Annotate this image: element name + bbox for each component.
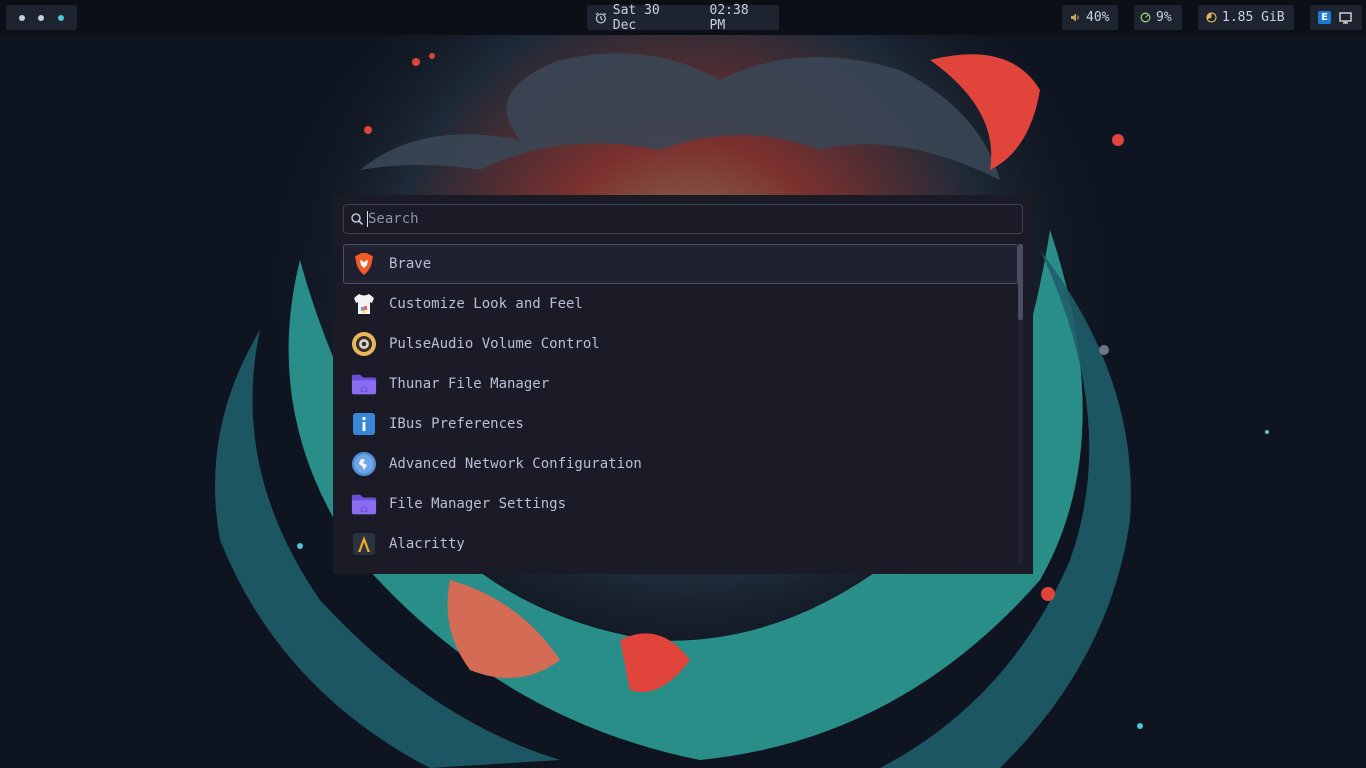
app-label: Alacritty (389, 536, 465, 552)
app-list: Brave Customize Look and Feel PulseAudio… (343, 244, 1018, 564)
volume-widget[interactable]: 40% (1062, 5, 1118, 30)
app-label: PulseAudio Volume Control (389, 336, 600, 352)
app-label: Thunar File Manager (389, 376, 550, 392)
app-item-pulseaudio[interactable]: PulseAudio Volume Control (343, 324, 1018, 364)
speaker-cone-icon (351, 331, 377, 357)
folder-icon (351, 371, 377, 397)
info-icon (351, 411, 377, 437)
app-label: IBus Preferences (389, 416, 524, 432)
search-icon (351, 213, 364, 226)
speaker-icon (1071, 13, 1079, 22)
app-item-ibus-preferences[interactable]: IBus Preferences (343, 404, 1018, 444)
app-label: Brave (389, 256, 432, 272)
app-item-alacritty[interactable]: Alacritty (343, 524, 1018, 564)
search-bar[interactable] (343, 204, 1023, 234)
alarm-clock-icon (595, 12, 607, 23)
app-label: Customize Look and Feel (389, 296, 583, 312)
app-label: Advanced Network Configuration (389, 456, 642, 472)
monitor-icon[interactable] (1339, 11, 1352, 24)
app-item-advanced-network-configuration[interactable]: Advanced Network Configuration (343, 444, 1018, 484)
top-panel: Sat 30 Dec 02:38 PM 40% 9% 1.85 GiB E (0, 0, 1366, 35)
memory-pie-icon (1206, 12, 1217, 23)
app-list-scrollbar[interactable] (1018, 244, 1023, 564)
cpu-widget[interactable]: 9% (1134, 5, 1182, 30)
system-tray: E (1310, 5, 1362, 30)
tshirt-icon (351, 291, 377, 317)
app-item-file-manager-settings[interactable]: File Manager Settings (343, 484, 1018, 524)
app-item-thunar[interactable]: Thunar File Manager (343, 364, 1018, 404)
folder-icon (351, 491, 377, 517)
scrollbar-thumb[interactable] (1018, 244, 1023, 320)
app-item-brave[interactable]: Brave (343, 244, 1018, 284)
clock-time: 02:38 PM (709, 2, 749, 33)
workspace-2-indicator[interactable] (38, 14, 45, 21)
network-globe-icon (351, 451, 377, 477)
cpu-gauge-icon (1140, 12, 1151, 23)
brave-icon (351, 251, 377, 277)
clock-widget[interactable]: Sat 30 Dec 02:38 PM (587, 2, 779, 33)
workspace-3-indicator[interactable] (58, 14, 65, 21)
volume-value: 40% (1086, 10, 1110, 25)
clock-date: Sat 30 Dec (612, 2, 660, 33)
workspace-switcher (6, 5, 77, 30)
cpu-value: 9% (1156, 10, 1172, 25)
search-input[interactable] (368, 211, 968, 227)
memory-widget[interactable]: 1.85 GiB (1198, 5, 1294, 30)
app-item-customize-look-and-feel[interactable]: Customize Look and Feel (343, 284, 1018, 324)
memory-value: 1.85 GiB (1222, 10, 1285, 25)
alacritty-icon (351, 531, 377, 557)
app-launcher: Brave Customize Look and Feel (333, 195, 1033, 574)
workspace-1-indicator[interactable] (18, 14, 25, 21)
e-app-icon[interactable]: E (1318, 11, 1331, 24)
app-label: File Manager Settings (389, 496, 567, 512)
